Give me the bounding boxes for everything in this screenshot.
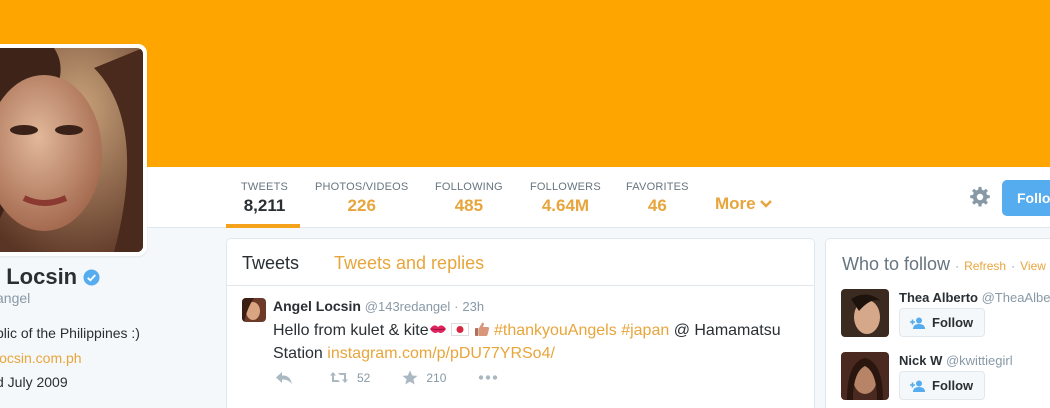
who-to-follow-title: Who to follow [842, 254, 951, 274]
profile-avatar[interactable] [0, 44, 147, 256]
suggested-user-handle: @TheaAlbe [981, 290, 1050, 305]
favorite-count: 210 [426, 370, 447, 385]
separator-dot: · [1011, 259, 1016, 273]
stat-value: 46 [647, 196, 667, 215]
follow-label: Follow [932, 378, 974, 393]
tweet-link[interactable]: instagram.com/p/pDU77YRSo4/ [327, 345, 555, 362]
verified-badge-icon [83, 268, 100, 286]
stat-followers[interactable]: FOLLOWERS 4.64M [530, 181, 601, 216]
tweet-author-handle[interactable]: @143redangel [365, 299, 450, 314]
profile-nav-bar [0, 167, 1050, 228]
stat-label: FOLLOWING [435, 181, 503, 193]
hashtag-thankyouangels[interactable]: #thankyouAngels [494, 322, 617, 339]
suggested-follow-button[interactable]: Follow [899, 308, 985, 337]
stat-photos-videos[interactable]: PHOTOS/VIDEOS 226 [315, 181, 408, 216]
add-user-icon [910, 317, 925, 329]
who-to-follow-header: Who to follow · Refresh · View [842, 254, 1046, 275]
suggested-user-fullname: Nick W [899, 353, 943, 368]
tweet-item[interactable]: Angel Locsin @143redangel · 23h Hello fr… [227, 286, 814, 406]
more-label: More [715, 194, 756, 213]
suggested-user-avatar[interactable] [841, 352, 889, 400]
timeline-tabs: Tweets Tweets and replies [227, 239, 814, 286]
profile-handle: angel [0, 290, 31, 306]
suggested-user-name[interactable]: Nick W @kwittiegirl [899, 353, 1013, 368]
stat-value: 485 [454, 196, 484, 215]
profile-name: l Locsin [0, 264, 100, 290]
header-banner [0, 0, 1050, 167]
suggested-follow-button[interactable]: Follow [899, 371, 985, 400]
separator-dot: · [955, 259, 960, 273]
star-icon [402, 370, 418, 385]
suggested-user-handle: @kwittiegirl [945, 353, 1013, 368]
suggested-user-fullname: Thea Alberto [899, 290, 978, 305]
favorite-action[interactable]: 210 [402, 370, 446, 385]
profile-website-link[interactable]: locsin.com.ph [0, 350, 82, 366]
tweet-actions: 52 210 [273, 370, 498, 385]
stat-label: PHOTOS/VIDEOS [315, 181, 409, 193]
kiss-mark-emoji-icon [429, 325, 446, 333]
profile-avatar-image [0, 48, 143, 252]
tweet-timestamp[interactable]: 23h [462, 299, 484, 314]
tab-tweets-and-replies[interactable]: Tweets and replies [334, 253, 484, 274]
profile-name-text: l Locsin [0, 264, 78, 289]
more-dropdown-button[interactable]: More [715, 194, 772, 214]
retweet-count: 52 [357, 370, 371, 385]
stat-value: 4.64M [541, 196, 590, 215]
stat-favorites[interactable]: FAVORITES 46 [626, 181, 689, 216]
tweet-author-name[interactable]: Angel Locsin [273, 298, 361, 314]
tab-tweets[interactable]: Tweets [242, 253, 299, 274]
tweet-separator: · [454, 299, 459, 314]
tweet-text: Hello from kulet & kite #thankyouAngels … [273, 319, 793, 365]
refresh-link[interactable]: Refresh [964, 259, 1006, 273]
follow-button[interactable]: Follo [1002, 180, 1050, 216]
hashtag-japan[interactable]: #japan [621, 322, 669, 339]
stat-value: 226 [347, 196, 376, 215]
more-options-icon[interactable] [478, 375, 498, 380]
stat-value: 8,211 [243, 196, 286, 215]
stat-tweets[interactable]: TWEETS 8,211 [241, 181, 288, 216]
who-to-follow-panel: Who to follow · Refresh · View Thea Albe… [825, 238, 1050, 408]
suggested-user-name[interactable]: Thea Alberto @TheaAlbe [899, 290, 1050, 305]
follow-label: Follow [932, 315, 974, 330]
thumbs-up-emoji-icon [474, 322, 489, 336]
tweet-header: Angel Locsin @143redangel · 23h [273, 298, 484, 314]
timeline-panel: Tweets Tweets and replies Angel Locsin @… [226, 238, 815, 408]
gear-icon[interactable] [969, 186, 991, 208]
japan-flag-emoji-icon [451, 323, 470, 336]
stat-label: FAVORITES [626, 181, 689, 193]
profile-bio: blic of the Philippines :) [0, 325, 140, 341]
stat-following[interactable]: FOLLOWING 485 [435, 181, 503, 216]
retweet-icon [330, 372, 348, 383]
stat-label: TWEETS [241, 181, 289, 193]
active-tab-underline [226, 224, 300, 228]
add-user-icon [910, 380, 925, 392]
chevron-down-icon [759, 200, 772, 208]
retweet-action[interactable]: 52 [329, 371, 370, 385]
suggested-user-avatar[interactable] [841, 289, 889, 337]
tweet-author-avatar[interactable] [242, 298, 266, 322]
stat-label: FOLLOWERS [530, 181, 601, 193]
reply-icon[interactable] [275, 371, 293, 385]
profile-joined-date: d July 2009 [0, 374, 68, 390]
view-all-link[interactable]: View [1020, 259, 1046, 273]
tweet-text-start: Hello from kulet & kite [273, 322, 429, 339]
